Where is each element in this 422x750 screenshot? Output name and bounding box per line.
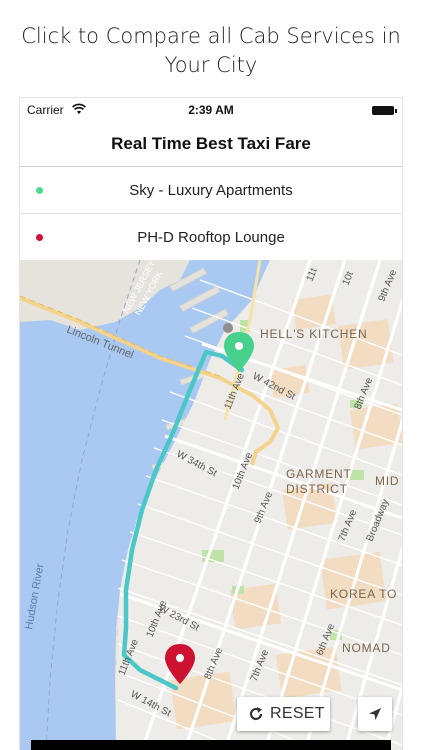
promo-line-1: Click to Compare all Cab Services in [21, 24, 401, 48]
page-title: Real Time Best Taxi Fare [111, 134, 311, 153]
pickup-location-label: Sky - Luxury Apartments [129, 182, 293, 199]
dropoff-location-row[interactable]: PH-D Rooftop Lounge [20, 214, 402, 261]
map-view[interactable]: HELL'S KITCHEN GARMENT DISTRICT MID KORE… [20, 260, 402, 750]
promo-line-2: Your City [164, 53, 258, 77]
bottom-panel [31, 740, 391, 750]
map-label-mid: MID [375, 474, 399, 488]
battery-icon [372, 106, 397, 115]
map-label-nomad: NOMAD [342, 641, 391, 655]
map-label-korea: KOREA TO [330, 587, 397, 601]
pickup-location-row[interactable]: Sky - Luxury Apartments [20, 167, 402, 214]
nav-bar: Real Time Best Taxi Fare [20, 122, 402, 167]
reset-label: RESET [270, 705, 325, 722]
map-label-district: DISTRICT [286, 482, 348, 496]
reset-button[interactable]: RESET [237, 697, 330, 731]
status-bar: Carrier 2:39 AM [20, 98, 402, 122]
dropoff-location-label: PH-D Rooftop Lounge [137, 229, 285, 246]
promo-caption: Click to Compare all Cab Services in You… [0, 22, 422, 80]
phone-screen: Carrier 2:39 AM Real Time Best Taxi Fare… [20, 98, 402, 750]
map-label-garment: GARMENT [286, 467, 352, 481]
location-arrow-icon [369, 708, 381, 720]
refresh-icon [249, 707, 263, 721]
status-time: 2:39 AM [188, 103, 234, 117]
map-canvas: HELL'S KITCHEN GARMENT DISTRICT MID KORE… [20, 260, 402, 750]
my-location-button[interactable] [358, 697, 392, 731]
poi-icon [223, 323, 233, 333]
map-label-hells-kitchen: HELL'S KITCHEN [260, 327, 368, 341]
